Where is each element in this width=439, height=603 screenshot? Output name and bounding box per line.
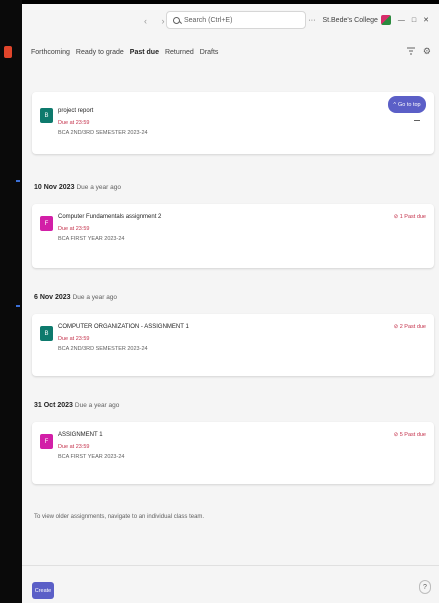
past-due-badge: ⊘ 2 Past due bbox=[393, 324, 426, 330]
class-tile-icon: F bbox=[40, 216, 53, 231]
tab-forthcoming[interactable]: Forthcoming bbox=[31, 49, 70, 56]
minimize-icon[interactable]: — bbox=[398, 17, 405, 24]
group-date: 31 Oct 2023 bbox=[34, 402, 73, 409]
class-tile-icon: F bbox=[40, 434, 53, 449]
card-menu-icon[interactable] bbox=[414, 120, 420, 121]
group-ago: Due a year ago bbox=[74, 402, 120, 409]
go-to-top-label: Go to top bbox=[397, 101, 421, 108]
tab-past-due[interactable]: Past due bbox=[130, 49, 159, 56]
assignment-class: BCA 2ND/3RD SEMESTER 2023-24 bbox=[58, 130, 148, 136]
group-date: 6 Nov 2023 bbox=[34, 294, 71, 301]
app-icon[interactable] bbox=[4, 46, 12, 58]
window-controls: ··· St.Bede's College — □ ✕ bbox=[308, 15, 429, 25]
assignment-title[interactable]: Computer Fundamentals assignment 2 bbox=[58, 214, 161, 220]
question-icon[interactable]: ? bbox=[419, 580, 431, 594]
past-due-badge: ⊘ 5 Past due bbox=[393, 432, 426, 438]
go-to-top-button[interactable]: ^ Go to top bbox=[388, 96, 426, 113]
assignment-title[interactable]: project report bbox=[58, 108, 93, 114]
assignment-card[interactable]: F ASSIGNMENT 1 Due at 23:59 BCA FIRST YE… bbox=[32, 422, 434, 484]
group-ago: Due a year ago bbox=[76, 184, 121, 191]
assignment-class: BCA 2ND/3RD SEMESTER 2023-24 bbox=[58, 346, 148, 352]
left-app-rail bbox=[0, 0, 22, 603]
filter-icon[interactable] bbox=[407, 47, 415, 55]
search-icon bbox=[173, 16, 180, 24]
assignment-card[interactable]: B COMPUTER ORGANIZATION - ASSIGNMENT 1 D… bbox=[32, 314, 434, 376]
gear-icon[interactable]: ⚙ bbox=[423, 46, 431, 57]
more-options-icon[interactable]: ··· bbox=[308, 17, 315, 24]
group-ago: Due a year ago bbox=[72, 294, 118, 301]
title-bar: ‹ › Search (Ctrl+E) ··· St.Bede's Colleg… bbox=[22, 4, 439, 38]
assignment-due: Due at 23:59 bbox=[58, 120, 90, 126]
assignment-card[interactable]: F Computer Fundamentals assignment 2 Due… bbox=[32, 204, 434, 268]
create-button[interactable]: Create bbox=[32, 582, 54, 599]
search-input[interactable]: Search (Ctrl+E) bbox=[166, 11, 306, 29]
assignment-class: BCA FIRST YEAR 2023-24 bbox=[58, 236, 125, 242]
rail-marker bbox=[16, 305, 20, 307]
older-assignments-note: To view older assignments, navigate to a… bbox=[34, 514, 205, 520]
assignment-class: BCA FIRST YEAR 2023-24 bbox=[58, 454, 125, 460]
rail-marker bbox=[16, 180, 20, 182]
assignment-title[interactable]: COMPUTER ORGANIZATION - ASSIGNMENT 1 bbox=[58, 324, 189, 330]
assignments-window: ‹ › Search (Ctrl+E) ··· St.Bede's Colleg… bbox=[22, 4, 439, 603]
org-avatar bbox=[380, 15, 391, 25]
group-date: 10 Nov 2023 bbox=[34, 184, 75, 191]
assignment-due: Due at 23:59 bbox=[58, 336, 90, 342]
date-group-header: 10 Nov 2023 Due a year ago bbox=[34, 184, 121, 191]
assignment-card[interactable]: B project report Due at 23:59 BCA 2ND/3R… bbox=[32, 92, 434, 154]
assignment-title[interactable]: ASSIGNMENT 1 bbox=[58, 432, 103, 438]
date-group-header: 6 Nov 2023 Due a year ago bbox=[34, 294, 117, 301]
assignment-due: Due at 23:59 bbox=[58, 444, 90, 450]
assignment-due: Due at 23:59 bbox=[58, 226, 90, 232]
class-tile-icon: B bbox=[40, 326, 53, 341]
class-tile-icon: B bbox=[40, 108, 53, 123]
org-switcher[interactable]: St.Bede's College bbox=[322, 15, 391, 25]
arrow-up-icon: ^ bbox=[393, 101, 396, 108]
org-name: St.Bede's College bbox=[322, 16, 378, 24]
tab-returned[interactable]: Returned bbox=[165, 49, 194, 56]
bottom-bar: Create ? bbox=[22, 565, 439, 603]
close-icon[interactable]: ✕ bbox=[423, 16, 429, 24]
maximize-icon[interactable]: □ bbox=[412, 17, 416, 24]
search-placeholder: Search (Ctrl+E) bbox=[184, 16, 233, 24]
date-group-header: 31 Oct 2023 Due a year ago bbox=[34, 402, 119, 409]
assignment-tabs: Forthcoming Ready to grade Past due Retu… bbox=[22, 38, 439, 66]
tab-ready-to-grade[interactable]: Ready to grade bbox=[76, 49, 124, 56]
tab-drafts[interactable]: Drafts bbox=[200, 49, 219, 56]
past-due-badge: ⊘ 1 Past due bbox=[393, 214, 426, 220]
